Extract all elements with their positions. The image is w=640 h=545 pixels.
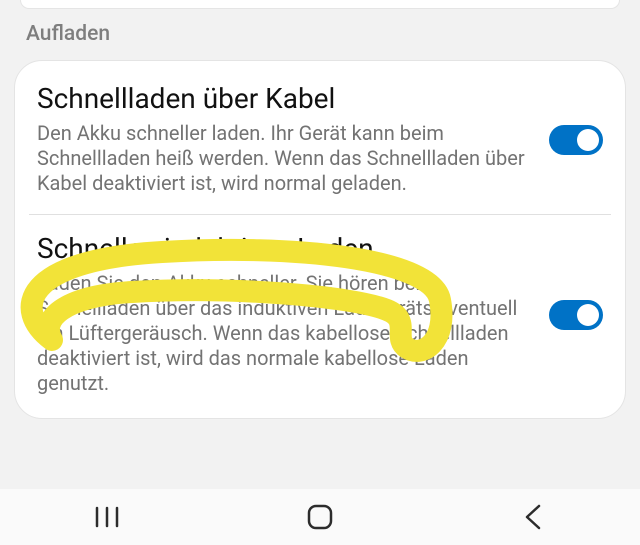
- settings-screen: Aufladen Schnellladen über Kabel Den Akk…: [0, 0, 640, 545]
- divider: [29, 214, 611, 215]
- recent-apps-button[interactable]: [67, 497, 147, 537]
- navigation-bar: [0, 489, 640, 545]
- section-header: Aufladen: [26, 22, 110, 46]
- setting-text: Schnellladen über Kabel Den Akku schnell…: [37, 83, 549, 196]
- setting-fast-wireless-charging[interactable]: Schnelles induktives Laden Laden Sie den…: [15, 229, 625, 400]
- setting-title: Schnelles induktives Laden: [37, 233, 535, 265]
- setting-fast-cable-charging[interactable]: Schnellladen über Kabel Den Akku schnell…: [15, 79, 625, 200]
- toggle-fast-wireless-charging[interactable]: [549, 300, 603, 330]
- setting-description: Den Akku schneller laden. Ihr Gerät kann…: [37, 121, 535, 196]
- toggle-knob: [577, 304, 599, 326]
- back-button[interactable]: [493, 497, 573, 537]
- setting-description: Laden Sie den Akku schneller. Sie hören …: [37, 271, 535, 396]
- setting-title: Schnellladen über Kabel: [37, 83, 535, 115]
- charging-settings-card: Schnellladen über Kabel Den Akku schnell…: [14, 60, 626, 419]
- home-button[interactable]: [280, 497, 360, 537]
- setting-text: Schnelles induktives Laden Laden Sie den…: [37, 233, 549, 396]
- toggle-fast-cable-charging[interactable]: [549, 125, 603, 155]
- toggle-knob: [577, 129, 599, 151]
- previous-card-tail: [20, 0, 620, 9]
